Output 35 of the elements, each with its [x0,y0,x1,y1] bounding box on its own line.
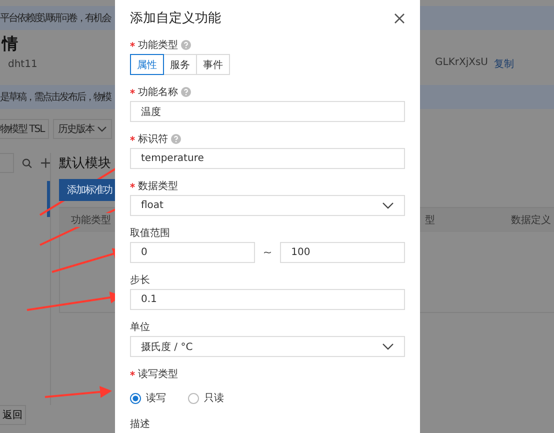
radio-option[interactable]: 读写 [130,389,166,407]
segment-tab[interactable]: 服务 [163,54,197,75]
column-header: 型 [425,213,435,227]
field-label: 功能名称 [138,86,178,98]
select-field[interactable]: 摄氏度 / °C [130,336,405,357]
field-label: 步长 [130,274,150,286]
toolbar-button[interactable]: 物模型 TSL [0,119,50,139]
column-header: 功能类型 [71,213,111,227]
field-label: 读写类型 [138,368,178,380]
radio-option[interactable]: 只读 [188,389,224,407]
range-separator: ~ [262,246,272,259]
product-key: GLKrXjXsU [435,57,488,71]
input-field[interactable]: 0.1 [130,289,405,310]
segment-tab[interactable]: 属性 [130,54,164,75]
field-label: 取值范围 [130,226,170,240]
input-field[interactable]: temperature [130,148,405,169]
banner-text: 平台依赖度调研问卷，有机会 [0,12,110,25]
field-label: 数据类型 [138,180,178,192]
page-title: 情 [0,33,18,55]
field-label: 功能类型 [138,38,178,52]
input-field[interactable]: 0 [130,242,255,263]
input-field[interactable]: 100 [280,242,405,263]
module-title: 默认模块 [59,155,111,173]
toolbar-button[interactable]: 历史版本 [53,119,112,139]
banner-text: 是草稿，需点击发布后，物模 [0,90,110,104]
segment-tab[interactable]: 事件 [196,54,230,75]
field-label: 标识符 [138,132,168,146]
field-label: 单位 [130,320,150,334]
column-header: 数据定义 [511,213,551,227]
input-field[interactable]: 温度 [130,101,405,122]
select-field[interactable]: float [130,195,405,216]
field-label: 描述 [130,418,150,430]
product-name: dht11 [8,58,38,70]
dialog-title: 添加自定义功能 [130,10,221,27]
back-button[interactable]: 返回 [0,405,26,425]
